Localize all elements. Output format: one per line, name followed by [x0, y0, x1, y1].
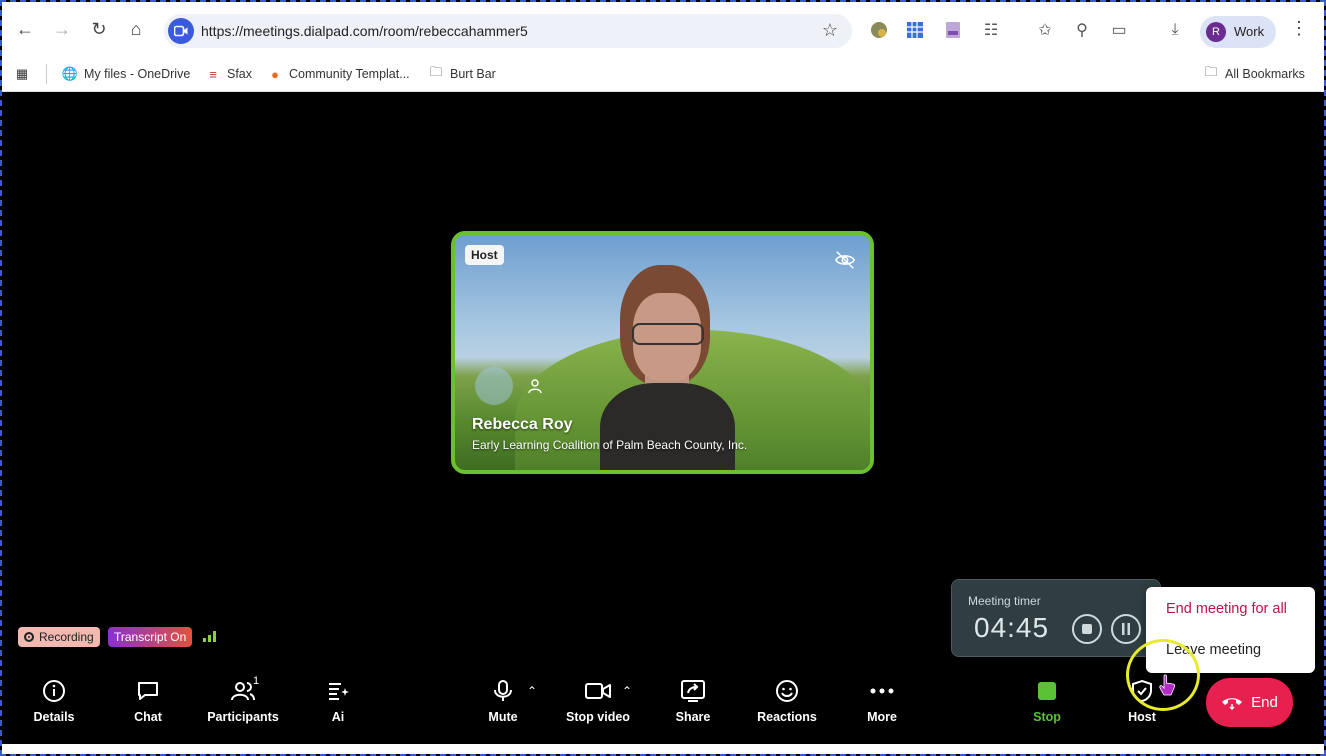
more-label: More: [867, 710, 897, 724]
bookmark-burt-bar[interactable]: 🗀 Burt Bar: [428, 64, 496, 82]
search-tab-icon[interactable]: ⚲: [1071, 19, 1093, 41]
bookmark-label: My files - OneDrive: [84, 67, 191, 81]
forward-icon[interactable]: →: [49, 16, 75, 42]
cast-icon[interactable]: ▭: [1108, 19, 1130, 41]
reactions-label: Reactions: [757, 710, 817, 724]
pause-icon: [1122, 623, 1130, 635]
address-bar[interactable]: https://meetings.dialpad.com/room/rebecc…: [164, 14, 852, 48]
end-meeting-for-all-item[interactable]: End meeting for all: [1166, 601, 1287, 617]
host-badge: Host: [465, 245, 504, 265]
home-icon[interactable]: ⌂: [123, 16, 149, 42]
more-dots-icon: [870, 688, 894, 694]
url-text: https://meetings.dialpad.com/room/rebecc…: [201, 23, 528, 39]
browser-menu-icon[interactable]: ⋮: [1290, 18, 1308, 39]
eye-off-icon[interactable]: [834, 249, 856, 271]
pointer-hand-icon: [1159, 674, 1176, 696]
orange-circle-icon: ●: [271, 66, 279, 82]
timer-stop-button[interactable]: [1072, 614, 1102, 644]
bookmark-community[interactable]: ● Community Templat...: [267, 66, 410, 82]
sheets-extension-icon[interactable]: [904, 19, 926, 41]
all-bookmarks[interactable]: 🗀 All Bookmarks: [1203, 64, 1305, 82]
participant-organization: Early Learning Coalition of Palm Beach C…: [472, 438, 748, 452]
recording-badge: Recording: [18, 627, 100, 647]
user-icon: [528, 379, 542, 394]
dialpad-meetings-icon: [168, 18, 194, 44]
transcript-label: Transcript On: [114, 630, 187, 644]
audio-indicator-icon: [475, 367, 513, 405]
ai-label: Ai: [331, 710, 345, 724]
share-label: Share: [675, 710, 711, 724]
microphone-icon: [494, 680, 512, 701]
bookmark-label: Burt Bar: [450, 67, 496, 81]
mic-options-chevron-icon[interactable]: ⌃: [527, 684, 537, 698]
participant-video-tile[interactable]: Host Rebecca Roy Early Learning Coalitio…: [451, 231, 874, 474]
meeting-timer-label: Meeting timer: [968, 594, 1041, 608]
video-options-chevron-icon[interactable]: ⌃: [622, 684, 632, 698]
globe-icon: 🌐: [61, 66, 79, 81]
end-label: End: [1251, 694, 1278, 711]
folder-icon: 🗀: [429, 64, 443, 79]
meeting-timer-value: 04:45: [974, 612, 1050, 643]
apps-grid-icon[interactable]: ▦: [14, 66, 30, 82]
mute-label: Mute: [488, 710, 518, 724]
sfax-icon: ≡: [209, 66, 217, 82]
hang-up-phone-icon: [1222, 697, 1243, 710]
profile-avatar: R: [1206, 22, 1226, 42]
video-camera-icon: [585, 683, 611, 699]
favorites-icon[interactable]: ✩: [1034, 19, 1056, 41]
participants-count-badge: 1: [253, 675, 260, 687]
reactions-button[interactable]: Reactions: [747, 678, 827, 728]
folder-icon: 🗀: [1204, 64, 1218, 79]
host-label: Host: [1128, 710, 1156, 724]
bookmark-star-icon[interactable]: ☆: [822, 20, 838, 41]
back-icon[interactable]: ←: [12, 16, 38, 42]
browser-toolbar: ← → ↻ ⌂ https://meetings.dialpad.com/roo…: [2, 2, 1324, 58]
ai-button[interactable]: Ai: [298, 678, 378, 728]
bookmarks-divider: [46, 64, 47, 84]
details-label: Details: [33, 710, 75, 724]
record-icon: [24, 632, 34, 642]
stop-square-icon: [1038, 682, 1056, 700]
bookmark-label: Community Templat...: [289, 67, 410, 81]
profile-button[interactable]: R Work: [1200, 16, 1276, 48]
transcript-badge: Transcript On: [108, 627, 193, 647]
stop-icon: [1082, 624, 1092, 634]
bottom-border: [2, 744, 1324, 754]
bookmark-sfax[interactable]: ≡ Sfax: [205, 66, 252, 82]
ai-sparkle-icon: [329, 683, 349, 700]
recording-label: Recording: [39, 630, 94, 644]
pdf-extension-icon[interactable]: [942, 19, 964, 41]
stop-recording-button[interactable]: Stop: [1007, 678, 1087, 728]
end-call-button[interactable]: End: [1206, 678, 1293, 727]
bookmark-label: Sfax: [227, 67, 253, 81]
stop-label: Stop: [1033, 710, 1061, 724]
participant-name: Rebecca Roy: [472, 416, 573, 433]
download-icon[interactable]: ⤓: [1164, 19, 1186, 41]
chat-button[interactable]: Chat: [108, 678, 188, 728]
screen-frame: ← → ↻ ⌂ https://meetings.dialpad.com/roo…: [0, 0, 1326, 756]
timer-pause-button[interactable]: [1111, 614, 1141, 644]
chat-bubble-icon: [138, 682, 158, 700]
profile-label: Work: [1234, 24, 1265, 39]
share-screen-icon: [681, 680, 705, 702]
bookmarks-bar: ▦ 🌐 My files - OneDrive ≡ Sfax ● Community …: [2, 58, 1324, 92]
extension-icon[interactable]: [868, 19, 890, 41]
chat-label: Chat: [134, 710, 162, 724]
bookmark-onedrive[interactable]: 🌐 My files - OneDrive: [62, 66, 190, 82]
reload-icon[interactable]: ↻: [86, 16, 112, 42]
extensions-puzzle-icon[interactable]: ☷: [980, 19, 1002, 41]
stop-video-label: Stop video: [566, 710, 630, 724]
participants-label: Participants: [207, 710, 279, 724]
participants-button[interactable]: Participants: [203, 678, 283, 728]
all-bookmarks-label: All Bookmarks: [1225, 67, 1305, 81]
signal-strength-icon: [203, 631, 216, 642]
share-button[interactable]: Share: [653, 678, 733, 728]
info-icon: [43, 680, 65, 702]
smiley-icon: [776, 680, 798, 702]
more-button[interactable]: More: [842, 678, 922, 728]
details-button[interactable]: Details: [14, 678, 94, 728]
meeting-timer-panel: Meeting timer 04:45: [951, 579, 1161, 657]
